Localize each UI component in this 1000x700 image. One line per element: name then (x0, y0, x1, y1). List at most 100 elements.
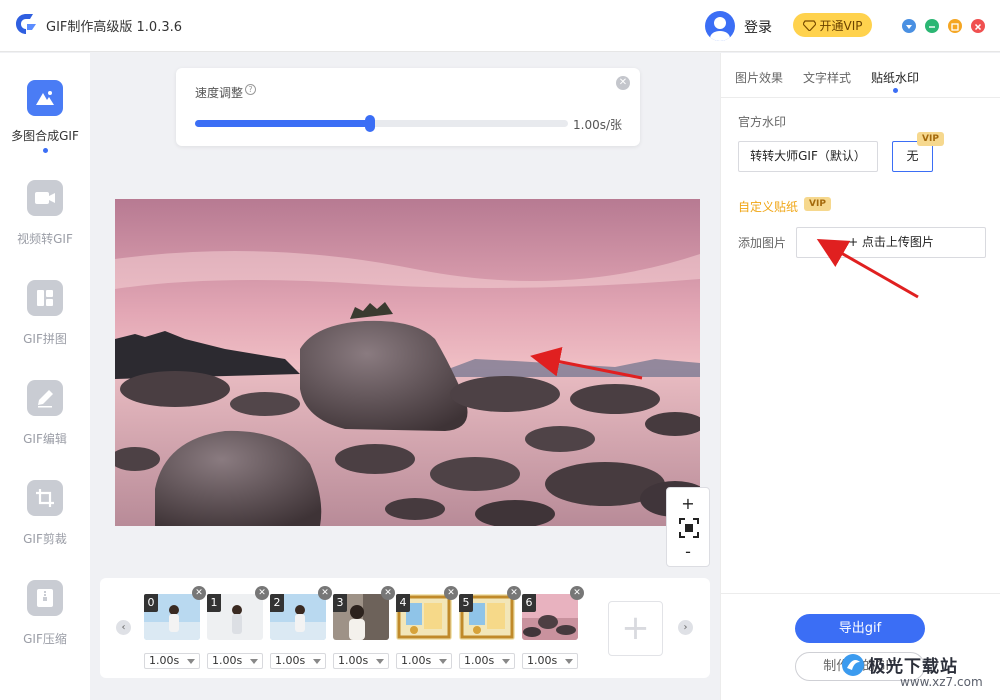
frame-item[interactable]: 0 ✕ 1.00s (144, 586, 206, 669)
app-logo-icon (16, 14, 36, 34)
frame-duration-value: 1.00s (527, 654, 558, 667)
pencil-icon (27, 380, 63, 416)
zoom-out-button[interactable]: - (667, 542, 709, 561)
frame-duration-value: 1.00s (401, 654, 432, 667)
vip-button[interactable]: 开通VIP (793, 13, 872, 37)
frame-index: 1 (207, 594, 221, 612)
compress-icon (27, 580, 63, 616)
sidebar-item-video-to-gif[interactable]: 视频转GIF (0, 180, 90, 270)
chevron-down-icon (565, 659, 573, 664)
remove-frame-icon[interactable]: ✕ (192, 586, 206, 600)
sidebar-item-gif-edit[interactable]: GIF编辑 (0, 380, 90, 470)
vip-badge: VIP (917, 132, 944, 146)
sidebar-item-gif-collage[interactable]: GIF拼图 (0, 280, 90, 370)
sidebar-item-label: GIF剪裁 (23, 532, 67, 546)
crop-icon (27, 480, 63, 516)
speed-value: 1.00s/张 (573, 118, 623, 132)
diamond-icon (802, 19, 816, 31)
remove-frame-icon[interactable]: ✕ (381, 586, 395, 600)
sidebar-item-label: 多图合成GIF (11, 129, 79, 143)
site-name: 极光下载站 (868, 657, 958, 677)
frame-duration-select[interactable]: 1.00s (144, 653, 200, 669)
sidebar-item-gif-crop[interactable]: GIF剪裁 (0, 480, 90, 570)
sidebar: 多图合成GIF 视频转GIF GIF拼图 GIF编辑 GIF剪裁 GIF压缩 (0, 53, 90, 700)
site-url: www.xz7.com (900, 675, 983, 689)
frame-duration-select[interactable]: 1.00s (396, 653, 452, 669)
frame-duration-select[interactable]: 1.00s (522, 653, 578, 669)
filmstrip: ‹ 0 ✕ 1.00s 1 ✕ 1.00s 2 ✕ 1.00s 3 ✕ 1.00s 4 ✕ 1.00s 5 ✕ 1… (100, 578, 710, 678)
speed-slider-thumb[interactable] (365, 115, 376, 132)
video-icon (27, 180, 63, 216)
frame-duration-select[interactable]: 1.00s (459, 653, 515, 669)
site-watermark: 极光下载站 www.xz7.com (838, 648, 998, 694)
frame-duration-select[interactable]: 1.00s (270, 653, 326, 669)
chevron-down-icon (187, 659, 195, 664)
tab-image-effect[interactable]: 图片效果 (735, 69, 783, 86)
app-title: GIF制作高级版 1.0.3.6 (46, 20, 182, 35)
frame-index: 6 (522, 594, 536, 612)
frame-duration-value: 1.00s (338, 654, 369, 667)
frame-index: 5 (459, 594, 473, 612)
speed-panel-close-icon[interactable]: ✕ (616, 76, 630, 90)
export-gif-button[interactable]: 导出gif (795, 614, 925, 643)
sidebar-item-multi-image-gif[interactable]: 多图合成GIF (0, 80, 90, 170)
zoom-in-button[interactable]: + (667, 494, 709, 513)
remove-frame-icon[interactable]: ✕ (570, 586, 584, 600)
user-icon (710, 17, 730, 41)
maximize-button[interactable] (948, 19, 962, 33)
maximize-icon (951, 23, 959, 31)
frame-duration-value: 1.00s (149, 654, 180, 667)
add-image-label: 添加图片 (738, 236, 787, 250)
remove-frame-icon[interactable]: ✕ (318, 586, 332, 600)
frame-duration-value: 1.00s (212, 654, 243, 667)
minimize-icon (929, 26, 935, 28)
login-link[interactable]: 登录 (744, 17, 772, 37)
tab-sticker-watermark[interactable]: 贴纸水印 (871, 69, 919, 86)
filmstrip-next-button[interactable]: › (678, 620, 693, 635)
help-icon[interactable]: ? (245, 84, 257, 95)
close-button[interactable] (971, 19, 985, 33)
sidebar-item-label: 视频转GIF (17, 232, 73, 246)
filmstrip-prev-button[interactable]: ‹ (116, 620, 131, 635)
frame-item[interactable]: 2 ✕ 1.00s (270, 586, 332, 669)
close-icon (974, 23, 982, 31)
sidebar-item-gif-compress[interactable]: GIF压缩 (0, 580, 90, 670)
minimize-button[interactable] (925, 19, 939, 33)
frame-duration-value: 1.00s (464, 654, 495, 667)
vip-button-label: 开通VIP (819, 18, 863, 33)
speed-label-text: 速度调整 (195, 86, 244, 100)
frame-item[interactable]: 6 ✕ 1.00s (522, 586, 584, 669)
add-frame-button[interactable]: + (608, 601, 663, 656)
zoom-controls: + - (666, 487, 710, 567)
properties-panel: 图片效果 文字样式 贴纸水印 官方水印 转转大师GIF（默认） 无 VIP 自定… (720, 53, 1000, 700)
fit-screen-icon[interactable] (679, 518, 699, 538)
active-indicator (42, 148, 48, 153)
upload-image-button[interactable]: + 点击上传图片 (796, 227, 986, 258)
custom-sticker-label: 自定义贴纸 (738, 200, 799, 214)
watermark-option-default[interactable]: 转转大师GIF（默认） (738, 141, 878, 172)
frame-item[interactable]: 3 ✕ 1.00s (333, 586, 395, 669)
frame-item[interactable]: 5 ✕ 1.00s (459, 586, 521, 669)
official-watermark-label: 官方水印 (738, 115, 787, 129)
tab-text-style[interactable]: 文字样式 (803, 69, 851, 86)
speed-label: 速度调整? (195, 84, 257, 101)
active-tab-indicator (893, 88, 898, 93)
preview-image (115, 199, 700, 526)
remove-frame-icon[interactable]: ✕ (507, 586, 521, 600)
frame-item[interactable]: 1 ✕ 1.00s (207, 586, 269, 669)
menu-button[interactable] (902, 19, 916, 33)
remove-frame-icon[interactable]: ✕ (255, 586, 269, 600)
frame-duration-select[interactable]: 1.00s (207, 653, 263, 669)
collage-icon (27, 280, 63, 316)
chevron-down-icon (502, 659, 510, 664)
frame-duration-select[interactable]: 1.00s (333, 653, 389, 669)
vip-badge: VIP (804, 197, 831, 211)
frame-index: 4 (396, 594, 410, 612)
speed-slider-fill (195, 120, 371, 127)
mountain-image-icon (27, 80, 63, 116)
avatar[interactable] (705, 11, 735, 41)
remove-frame-icon[interactable]: ✕ (444, 586, 458, 600)
frame-item[interactable]: 4 ✕ 1.00s (396, 586, 458, 669)
frame-index: 3 (333, 594, 347, 612)
speed-slider[interactable] (195, 115, 568, 132)
